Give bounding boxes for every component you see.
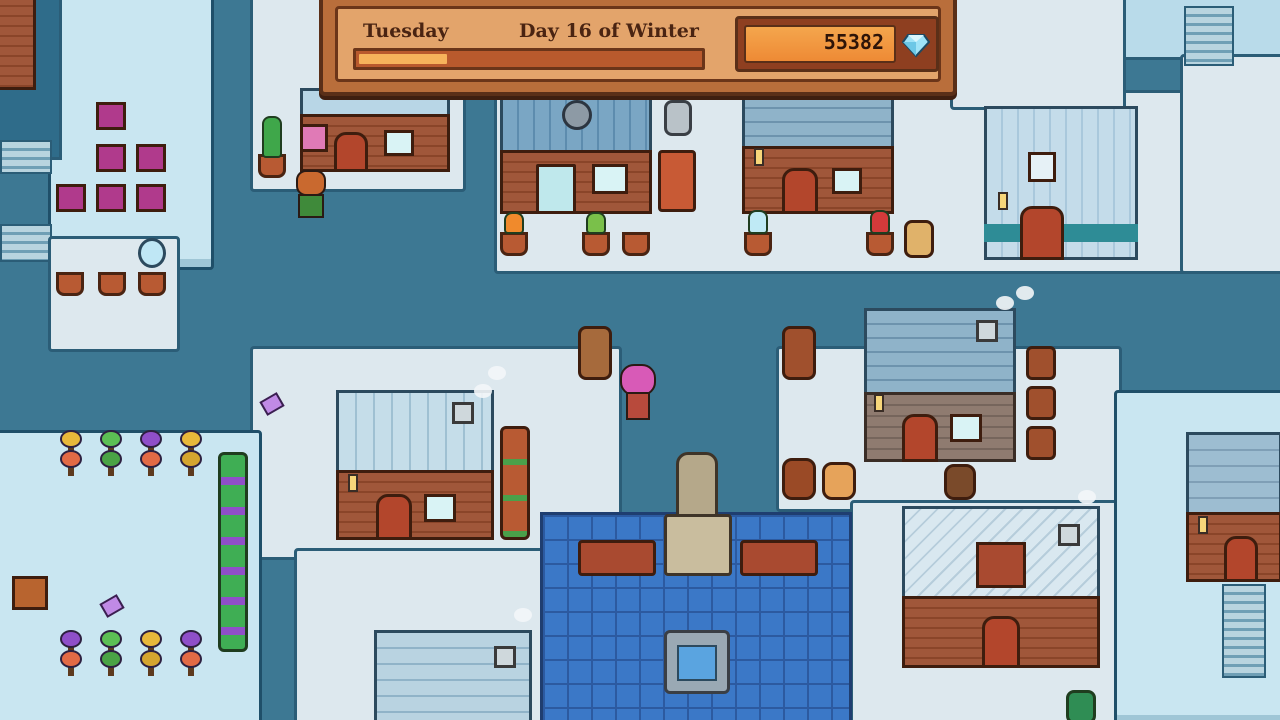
chimney-smoke	[1078, 490, 1096, 504]
stairs-right-top	[1184, 6, 1234, 66]
storage-chest[interactable]	[96, 184, 126, 212]
game-world[interactable]: Tuesday Day 16 of Winter 55382	[0, 0, 1280, 720]
east-stone-house-door[interactable]	[902, 414, 938, 462]
flower-pot[interactable]	[500, 232, 528, 256]
stone-house	[742, 92, 894, 216]
storage-chest[interactable]	[136, 184, 166, 212]
crop-plant[interactable]	[138, 628, 164, 684]
west-cottage-door[interactable]	[376, 494, 412, 540]
town-statue[interactable]	[664, 452, 732, 578]
money-panel: 55382	[735, 16, 939, 72]
chimney-smoke	[488, 366, 506, 380]
general-store	[500, 92, 652, 216]
west-cottage-chimney	[452, 402, 474, 424]
potted-sprout	[586, 212, 606, 234]
crop-plant[interactable]	[58, 428, 84, 484]
stairs-left	[0, 140, 52, 174]
flower-pot[interactable]	[98, 272, 126, 296]
weekday-label: Tuesday	[363, 20, 449, 42]
crop-plant[interactable]	[98, 428, 124, 484]
right-top-walk	[1180, 54, 1280, 274]
shop-menu-board[interactable]	[658, 150, 696, 212]
chimney-smoke	[514, 608, 532, 622]
present-gift-box[interactable]	[300, 124, 328, 152]
day-progress-bar	[353, 48, 705, 70]
barrel[interactable]	[1026, 386, 1056, 420]
crop-plant[interactable]	[178, 628, 204, 684]
money-amount: 55382	[823, 30, 884, 54]
right-bench[interactable]	[740, 540, 818, 576]
flower-pot[interactable]	[622, 232, 650, 256]
crystal-ball-pedestal[interactable]	[138, 238, 166, 268]
villager-npc[interactable]	[292, 170, 330, 220]
climbing-vine	[500, 426, 530, 540]
lodge-chimney	[1058, 524, 1080, 546]
stairs-left-2	[0, 224, 52, 262]
east-house-chimney	[976, 320, 998, 342]
potted-ice-crystal	[748, 210, 768, 234]
top-right-walk	[950, 0, 1126, 110]
gray-cat[interactable]	[664, 100, 692, 136]
chimney-smoke	[996, 296, 1014, 310]
pet-dog[interactable]	[904, 220, 934, 258]
general-store-door[interactable]	[536, 164, 576, 214]
top-left-plaza	[48, 0, 214, 270]
stone-house-door[interactable]	[782, 168, 818, 214]
chimney-smoke	[1016, 286, 1034, 300]
crop-plant[interactable]	[138, 428, 164, 484]
potted-radish	[870, 210, 890, 234]
day-progress-fill	[359, 54, 447, 64]
flower-pot[interactable]	[582, 232, 610, 256]
left-bench[interactable]	[578, 540, 656, 576]
cabin-top-left-door[interactable]	[334, 132, 368, 172]
storage-chest[interactable]	[136, 144, 166, 172]
chimney-smoke	[474, 384, 492, 398]
potted-tree	[262, 116, 282, 158]
clinic-door[interactable]	[1020, 206, 1064, 260]
far-east-house-door[interactable]	[1224, 536, 1258, 582]
lower-house-chimney	[494, 646, 516, 668]
lower-stone-house	[374, 630, 532, 720]
player-character[interactable]	[618, 364, 658, 422]
storage-chest[interactable]	[96, 144, 126, 172]
flower-pot[interactable]	[744, 232, 772, 256]
far-east-house	[1186, 432, 1280, 582]
water-fountain[interactable]	[664, 630, 730, 694]
potted-carrot	[504, 212, 524, 234]
wooden-sign[interactable]	[12, 576, 48, 610]
garden-vine	[218, 452, 248, 652]
stairs-right-bottom	[1222, 584, 1266, 678]
barrel[interactable]	[1026, 346, 1056, 380]
green-bush	[1066, 690, 1096, 720]
pet-cat[interactable]	[822, 462, 856, 500]
crop-plant[interactable]	[178, 428, 204, 484]
tree-stump-creature[interactable]	[782, 326, 816, 380]
tree-stump-creature[interactable]	[578, 326, 612, 380]
pet-dog[interactable]	[944, 464, 976, 500]
date-label: Day 16 of Winter	[519, 20, 699, 42]
top-left-building-edge	[0, 0, 36, 90]
clinic-building	[984, 106, 1138, 260]
flower-pot[interactable]	[56, 272, 84, 296]
flower-pot[interactable]	[138, 272, 166, 296]
storage-chest[interactable]	[56, 184, 86, 212]
barrel[interactable]	[1026, 426, 1056, 460]
pet-dog[interactable]	[782, 458, 816, 500]
flower-pot[interactable]	[866, 232, 894, 256]
hud-panel: Tuesday Day 16 of Winter 55382	[319, 0, 957, 96]
crop-plant[interactable]	[98, 628, 124, 684]
diamond-gem-icon	[902, 34, 930, 58]
storage-chest[interactable]	[96, 102, 126, 130]
crop-plant[interactable]	[58, 628, 84, 684]
snowy-lodge-door[interactable]	[982, 616, 1020, 668]
